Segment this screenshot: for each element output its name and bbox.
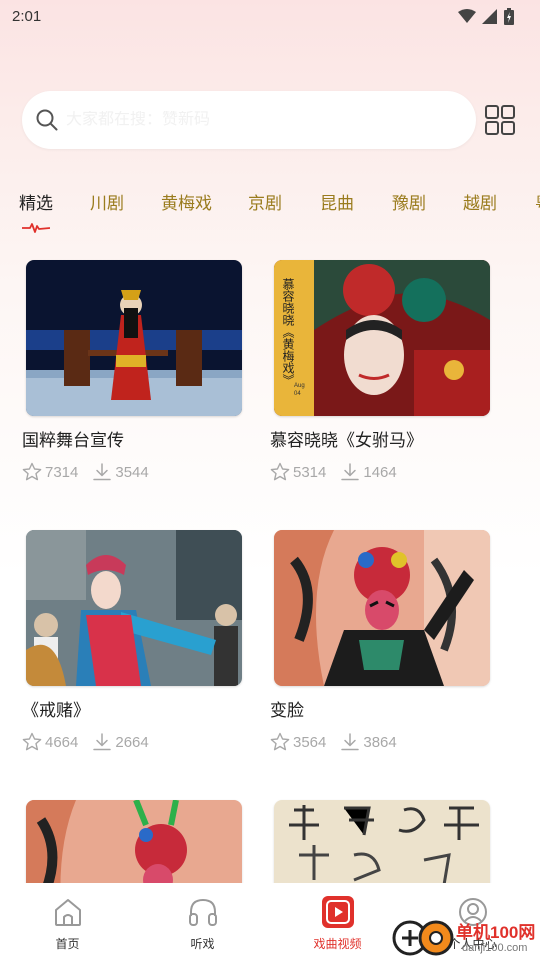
video-card[interactable]: 《戒赌》 4664 2664 [22, 530, 242, 752]
video-thumbnail[interactable] [26, 530, 242, 686]
nav-opera-video-label: 戏曲视频 [313, 937, 362, 951]
thumbnail-vertical-text: 慕容晓晓《黄梅戏》 [281, 278, 295, 386]
tab-featured[interactable]: 精选 [19, 189, 53, 214]
category-tabs: 精选 川剧 黄梅戏 京剧 昆曲 豫剧 越剧 粤 [0, 186, 540, 216]
nav-home-label: 首页 [55, 937, 80, 951]
download-icon [93, 733, 112, 751]
category-grid-icon[interactable] [484, 104, 516, 136]
tab-yuju[interactable]: 豫剧 [392, 189, 426, 214]
watermark: 单机100网 danji100.com [390, 914, 540, 960]
star-icon [270, 732, 290, 751]
video-card[interactable]: 慕容晓晓《黄梅戏》 Aug 04 慕容晓晓《女驸马》 5314 1464 [270, 260, 490, 482]
stage-performance-image [26, 260, 242, 416]
video-thumbnail[interactable] [274, 530, 490, 686]
nav-listen-label: 听戏 [190, 937, 215, 951]
like-stat[interactable]: 7314 [22, 462, 78, 482]
video-stats: 3564 3864 [270, 732, 490, 752]
active-tab-indicator [22, 223, 50, 233]
tab-jingju[interactable]: 京剧 [248, 189, 282, 214]
video-thumbnail[interactable]: 慕容晓晓《黄梅戏》 Aug 04 [274, 260, 490, 416]
video-stats: 5314 1464 [270, 462, 490, 482]
like-count: 7314 [45, 463, 79, 481]
download-icon [341, 463, 360, 481]
download-count: 2664 [115, 733, 149, 751]
tab-chuanju[interactable]: 川剧 [90, 189, 124, 214]
headphones-icon [186, 895, 220, 929]
search-icon [36, 109, 58, 131]
video-title[interactable]: 《戒赌》 [22, 696, 242, 720]
nav-listen[interactable]: 听戏 [135, 883, 270, 960]
download-icon [93, 463, 112, 481]
like-count: 4664 [45, 733, 79, 751]
street-performance-image [26, 530, 242, 686]
download-stat[interactable]: 3864 [340, 732, 397, 752]
like-stat[interactable]: 4664 [22, 732, 78, 752]
like-count: 3564 [293, 733, 327, 751]
download-icon [341, 733, 360, 751]
download-stat[interactable]: 1464 [340, 462, 397, 482]
video-play-icon [321, 895, 355, 929]
nav-home[interactable]: 首页 [0, 883, 135, 960]
download-stat[interactable]: 3544 [92, 462, 149, 482]
face-changing-image [274, 530, 490, 686]
watermark-logo [392, 920, 454, 956]
battery-icon [504, 7, 514, 25]
like-stat[interactable]: 3564 [270, 732, 326, 752]
search-box[interactable] [22, 91, 476, 149]
star-icon [22, 732, 42, 751]
video-stats: 7314 3544 [22, 462, 242, 482]
watermark-url: danji100.com [462, 942, 528, 954]
download-stat[interactable]: 2664 [92, 732, 149, 752]
like-stat[interactable]: 5314 [270, 462, 326, 482]
status-bar: 2:01 [0, 0, 540, 32]
tab-yueju[interactable]: 越剧 [463, 189, 497, 214]
download-count: 1464 [363, 463, 397, 481]
watermark-title: 单机100网 [456, 923, 536, 942]
nav-opera-video[interactable]: 戏曲视频 [270, 883, 405, 960]
status-time: 2:01 [12, 7, 42, 25]
wifi-icon [458, 8, 476, 23]
signal-icon [482, 8, 497, 24]
video-card[interactable]: 国粹舞台宣传 7314 3544 [22, 260, 242, 482]
video-title[interactable]: 国粹舞台宣传 [22, 426, 242, 450]
search-input[interactable] [66, 111, 426, 129]
star-icon [270, 462, 290, 481]
home-icon [51, 895, 85, 929]
tab-kunqu[interactable]: 昆曲 [320, 189, 354, 214]
thumbnail-small-text: Aug 04 [294, 383, 305, 397]
video-title[interactable]: 变脸 [270, 696, 490, 720]
video-thumbnail[interactable] [26, 260, 242, 416]
like-count: 5314 [293, 463, 327, 481]
tab-yue[interactable]: 粤 [535, 189, 540, 214]
star-icon [22, 462, 42, 481]
search-row [22, 91, 522, 149]
video-title[interactable]: 慕容晓晓《女驸马》 [270, 426, 490, 450]
download-count: 3544 [115, 463, 149, 481]
download-count: 3864 [363, 733, 397, 751]
video-stats: 4664 2664 [22, 732, 242, 752]
tab-huangmeixi[interactable]: 黄梅戏 [161, 189, 212, 214]
status-icons [458, 7, 514, 25]
video-card[interactable]: 变脸 3564 3864 [270, 530, 490, 752]
